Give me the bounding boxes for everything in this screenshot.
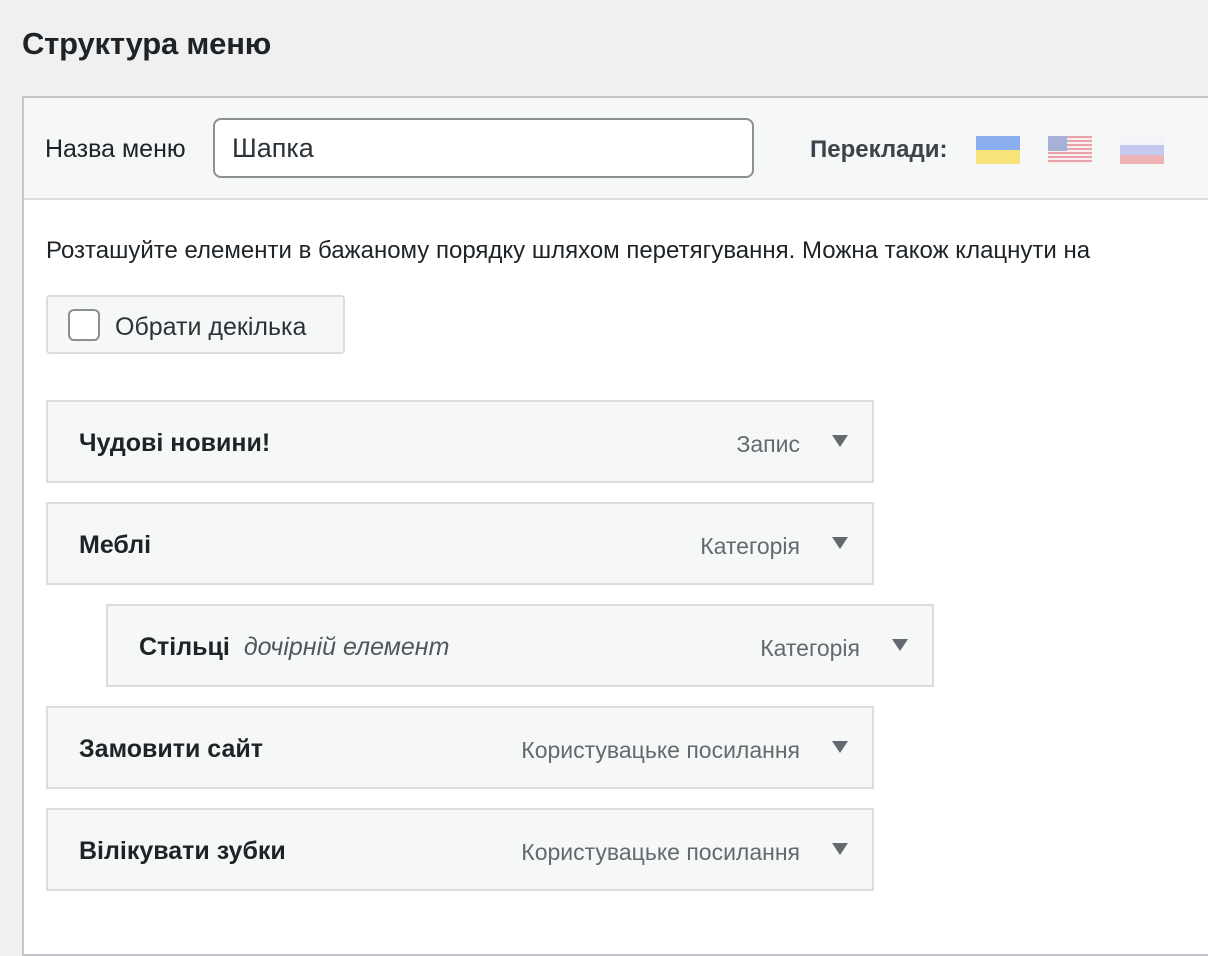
translations-label: Переклади: xyxy=(810,136,948,163)
page-title: Структура меню xyxy=(22,26,271,61)
menu-name-input[interactable] xyxy=(213,118,754,178)
usa-flag-icon[interactable] xyxy=(1048,136,1092,164)
menu-name-label: Назва меню xyxy=(45,135,186,163)
bulk-select-label: Обрати декілька xyxy=(115,313,307,341)
ukraine-flag-icon[interactable] xyxy=(976,136,1020,164)
menu-item-title: Вілікувати зубки xyxy=(79,837,286,865)
menu-item-child[interactable]: Стільці дочірній елемент Категорія xyxy=(106,604,934,687)
expand-arrow-icon[interactable] xyxy=(832,435,848,447)
instructions-text: Розташуйте елементи в бажаному порядку ш… xyxy=(46,237,1091,264)
menu-item-type: Категорія xyxy=(700,533,800,559)
bulk-select-checkbox[interactable] xyxy=(68,309,100,341)
menu-item-title-text: Стільці xyxy=(139,633,230,661)
bulk-select-button[interactable]: Обрати декілька xyxy=(46,295,345,354)
russia-flag-icon[interactable] xyxy=(1120,136,1164,164)
menu-header: Назва меню Переклади: xyxy=(24,98,1208,200)
menu-item[interactable]: Замовити сайт Користувацьке посилання xyxy=(46,706,874,789)
menu-item-type: Користувацьке посилання xyxy=(521,839,800,865)
menu-item-title: Замовити сайт xyxy=(79,735,264,763)
menu-item[interactable]: Меблі Категорія xyxy=(46,502,874,585)
expand-arrow-icon[interactable] xyxy=(832,741,848,753)
expand-arrow-icon[interactable] xyxy=(832,537,848,549)
expand-arrow-icon[interactable] xyxy=(832,843,848,855)
expand-arrow-icon[interactable] xyxy=(892,639,908,651)
menu-item-type: Запис xyxy=(736,431,801,457)
menu-item-title: Стільці дочірній елемент xyxy=(139,633,449,662)
menu-item-type: Користувацьке посилання xyxy=(521,737,800,763)
menu-item[interactable]: Чудові новини! Запис xyxy=(46,400,874,483)
menu-item[interactable]: Вілікувати зубки Користувацьке посилання xyxy=(46,808,874,891)
menu-structure-panel: Назва меню Переклади: Розташуйте елемент… xyxy=(22,96,1208,956)
menu-item-subtitle: дочірній елемент xyxy=(243,633,450,661)
menu-item-title: Меблі xyxy=(79,531,152,559)
menu-item-type: Категорія xyxy=(760,635,860,661)
menu-item-title: Чудові новини! xyxy=(79,429,271,457)
